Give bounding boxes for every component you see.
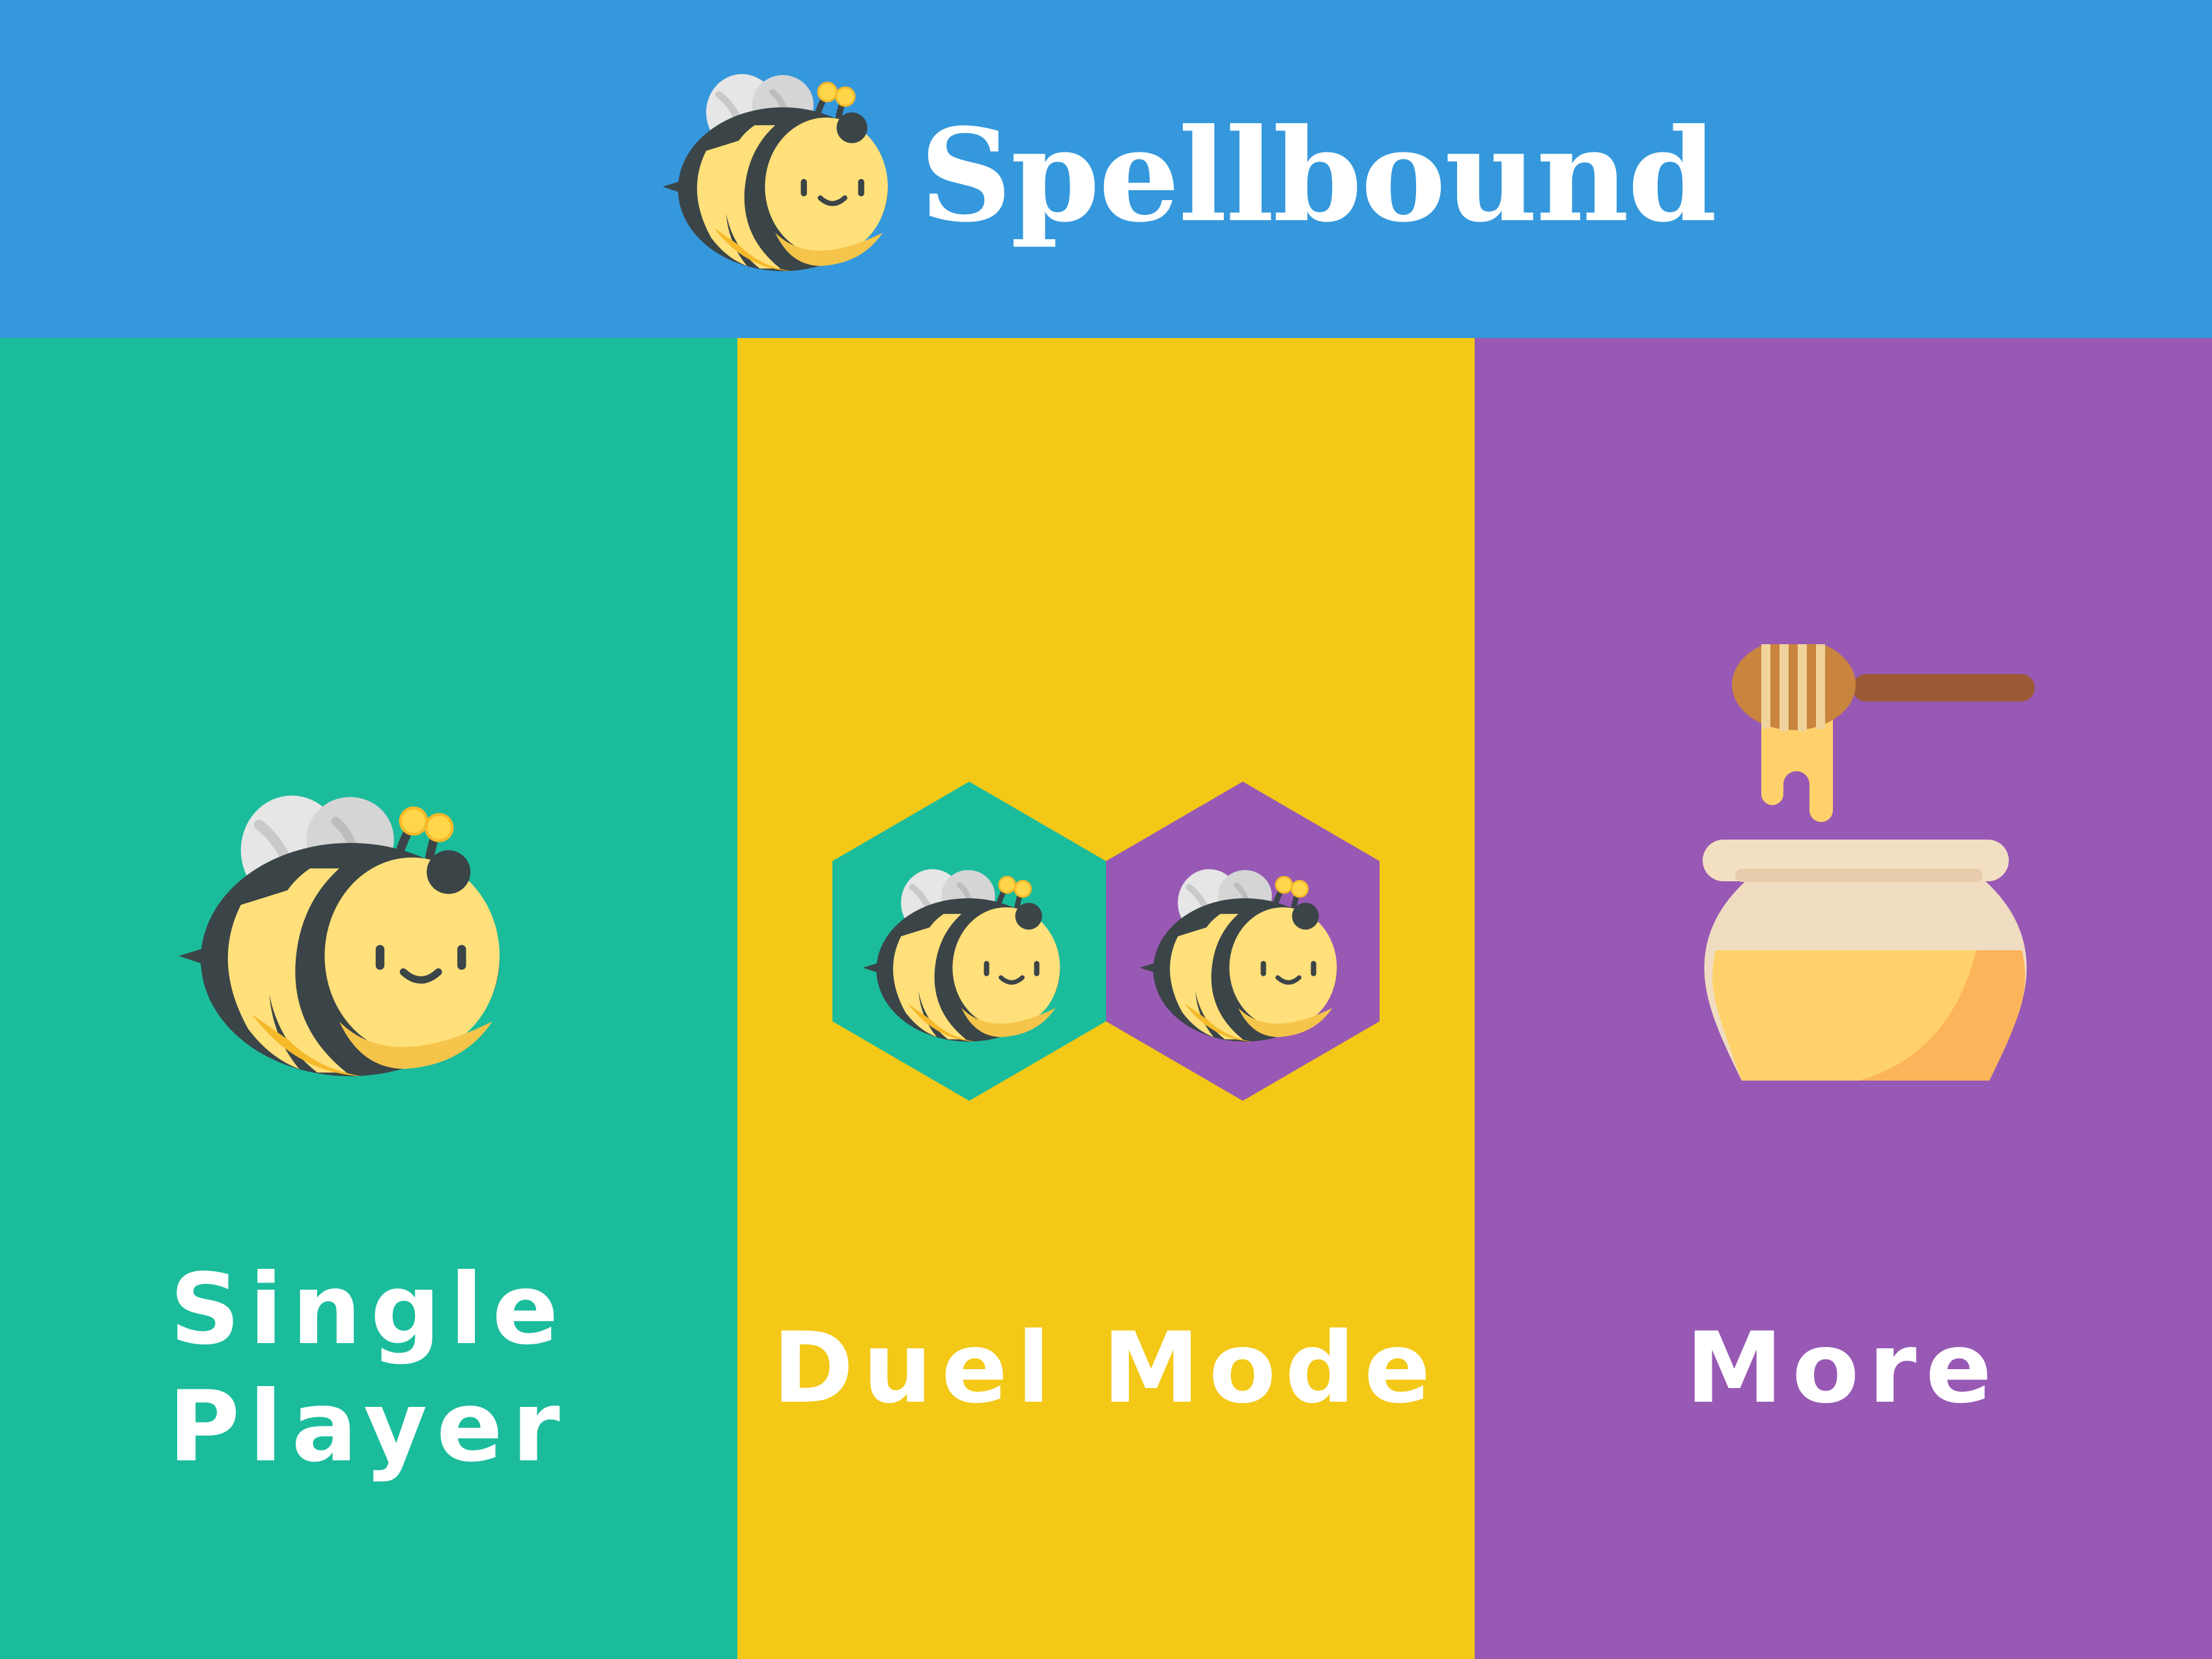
honey-pot-icon bbox=[1703, 644, 2035, 1081]
bee-icon bbox=[657, 64, 904, 279]
two-bees-hexagon-icon bbox=[832, 782, 1380, 1101]
app-header: Spellbound bbox=[0, 0, 2212, 338]
more-button[interactable]: More bbox=[1475, 338, 2212, 1659]
single-player-button[interactable]: Single Player bbox=[0, 338, 737, 1659]
single-player-label: Single Player bbox=[168, 1253, 569, 1484]
duel-mode-label: Duel Mode bbox=[772, 1312, 1440, 1425]
bee-icon bbox=[171, 781, 522, 1087]
more-label: More bbox=[1685, 1312, 2002, 1425]
duel-mode-button[interactable]: Duel Mode bbox=[737, 338, 1475, 1659]
app-title: Spellbound bbox=[920, 101, 1717, 251]
